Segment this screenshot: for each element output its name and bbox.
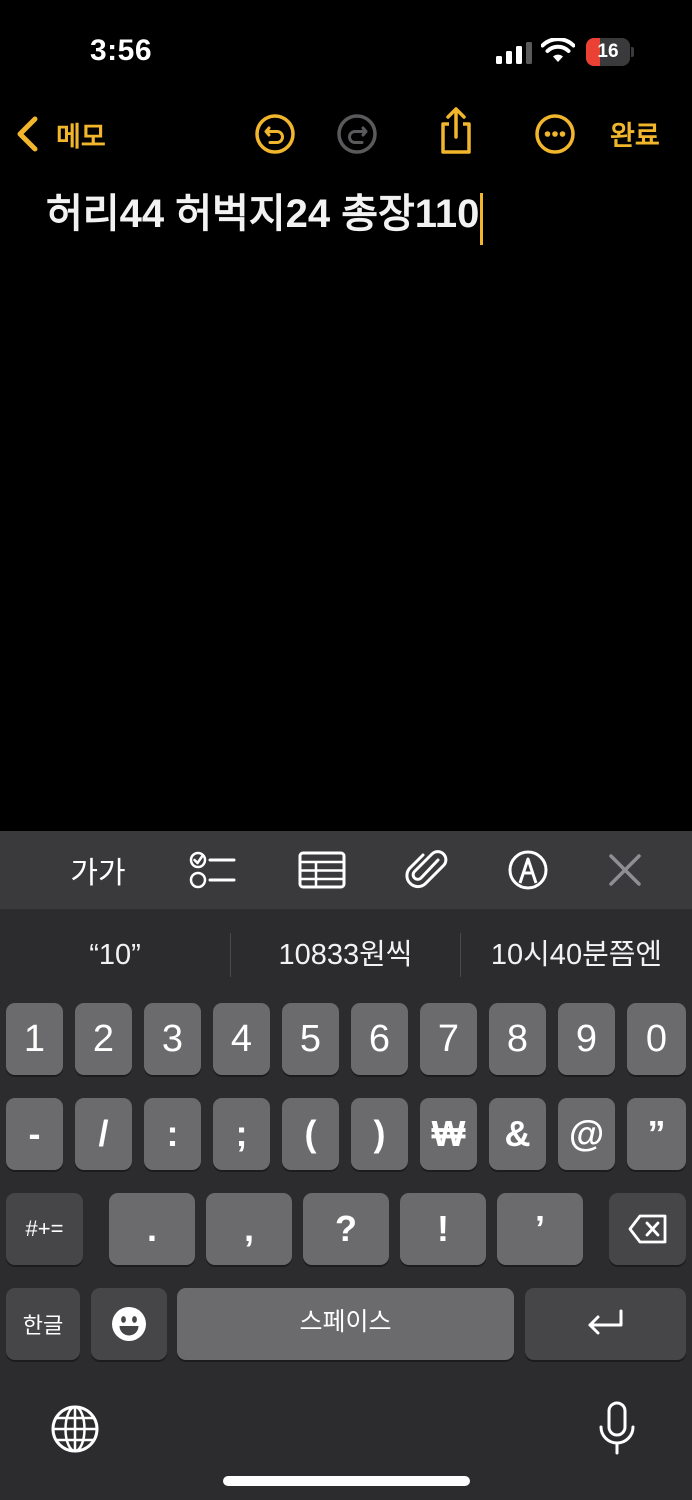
- key-close-paren[interactable]: ): [351, 1098, 408, 1170]
- cellular-signal-icon: [496, 42, 532, 64]
- nav-bar: 메모 완료: [0, 100, 692, 170]
- key-semicolon[interactable]: ;: [213, 1098, 270, 1170]
- note-text[interactable]: 허리44 허벅지24 총장110: [46, 192, 479, 236]
- key-3[interactable]: 3: [144, 1003, 201, 1075]
- note-editor[interactable]: 허리44 허벅지24 총장110: [46, 190, 666, 250]
- back-button[interactable]: 메모: [14, 112, 106, 156]
- home-indicator: [223, 1476, 470, 1486]
- suggestion-item[interactable]: 10833원씩: [231, 931, 460, 979]
- wifi-icon: [541, 38, 575, 62]
- suggestion-item[interactable]: “10”: [0, 931, 230, 979]
- close-icon[interactable]: [606, 848, 644, 892]
- key-open-paren[interactable]: (: [282, 1098, 339, 1170]
- more-options-icon[interactable]: [533, 112, 577, 156]
- key-apostrophe[interactable]: ’: [497, 1193, 583, 1265]
- key-8[interactable]: 8: [489, 1003, 546, 1075]
- key-hyphen[interactable]: -: [6, 1098, 63, 1170]
- key-2[interactable]: 2: [75, 1003, 132, 1075]
- delete-key[interactable]: [609, 1193, 686, 1265]
- key-slash[interactable]: /: [75, 1098, 132, 1170]
- text-format-label: 가가: [70, 857, 126, 890]
- key-5[interactable]: 5: [282, 1003, 339, 1075]
- markup-pen-icon[interactable]: [506, 848, 550, 892]
- battery-level: 16: [597, 41, 619, 62]
- battery-indicator: 16: [586, 38, 634, 66]
- share-icon[interactable]: [434, 106, 478, 156]
- format-toolbar: 가가: [0, 831, 692, 909]
- keyboard-area: 가가 “10” 10833원씩 10시40분쯤엔 1 2 3 4 5 6 7 8…: [0, 831, 692, 1500]
- language-key[interactable]: 한글: [6, 1288, 80, 1360]
- key-4[interactable]: 4: [213, 1003, 270, 1075]
- text-format-button[interactable]: 가가: [66, 848, 130, 892]
- key-quote[interactable]: ”: [627, 1098, 686, 1170]
- key-won[interactable]: ₩: [420, 1098, 477, 1170]
- attachment-icon[interactable]: [404, 848, 450, 892]
- key-7[interactable]: 7: [420, 1003, 477, 1075]
- globe-icon[interactable]: [50, 1404, 100, 1454]
- key-ampersand[interactable]: &: [489, 1098, 546, 1170]
- more-symbols-key[interactable]: #+=: [6, 1193, 83, 1265]
- key-comma[interactable]: ,: [206, 1193, 292, 1265]
- table-icon[interactable]: [298, 848, 346, 892]
- emoji-key[interactable]: [91, 1288, 167, 1360]
- backspace-icon: [628, 1214, 666, 1244]
- key-colon[interactable]: :: [144, 1098, 201, 1170]
- status-bar: 3:56 16: [0, 0, 692, 100]
- battery-cap: [631, 47, 634, 57]
- key-period[interactable]: .: [109, 1193, 195, 1265]
- text-caret: [480, 192, 484, 245]
- key-6[interactable]: 6: [351, 1003, 408, 1075]
- return-key[interactable]: [525, 1288, 686, 1360]
- redo-icon[interactable]: [335, 112, 379, 156]
- key-at[interactable]: @: [558, 1098, 615, 1170]
- chevron-left-icon: [17, 116, 38, 152]
- microphone-icon[interactable]: [596, 1399, 638, 1459]
- space-key[interactable]: 스페이스: [177, 1288, 514, 1360]
- battery-body: 16: [586, 38, 630, 66]
- key-0[interactable]: 0: [627, 1003, 686, 1075]
- undo-icon[interactable]: [253, 112, 297, 156]
- status-time: 3:56: [90, 34, 153, 67]
- key-1[interactable]: 1: [6, 1003, 63, 1075]
- key-9[interactable]: 9: [558, 1003, 615, 1075]
- emoji-icon: [112, 1307, 146, 1341]
- suggestion-item[interactable]: 10시40분쯤엔: [461, 931, 692, 979]
- return-icon: [588, 1309, 622, 1335]
- key-exclamation[interactable]: !: [400, 1193, 486, 1265]
- back-label: 메모: [56, 121, 106, 152]
- suggestion-bar: “10” 10833원씩 10시40분쯤엔: [0, 909, 692, 1001]
- done-button[interactable]: 완료: [610, 114, 660, 153]
- checklist-icon[interactable]: [188, 848, 236, 892]
- key-question[interactable]: ?: [303, 1193, 389, 1265]
